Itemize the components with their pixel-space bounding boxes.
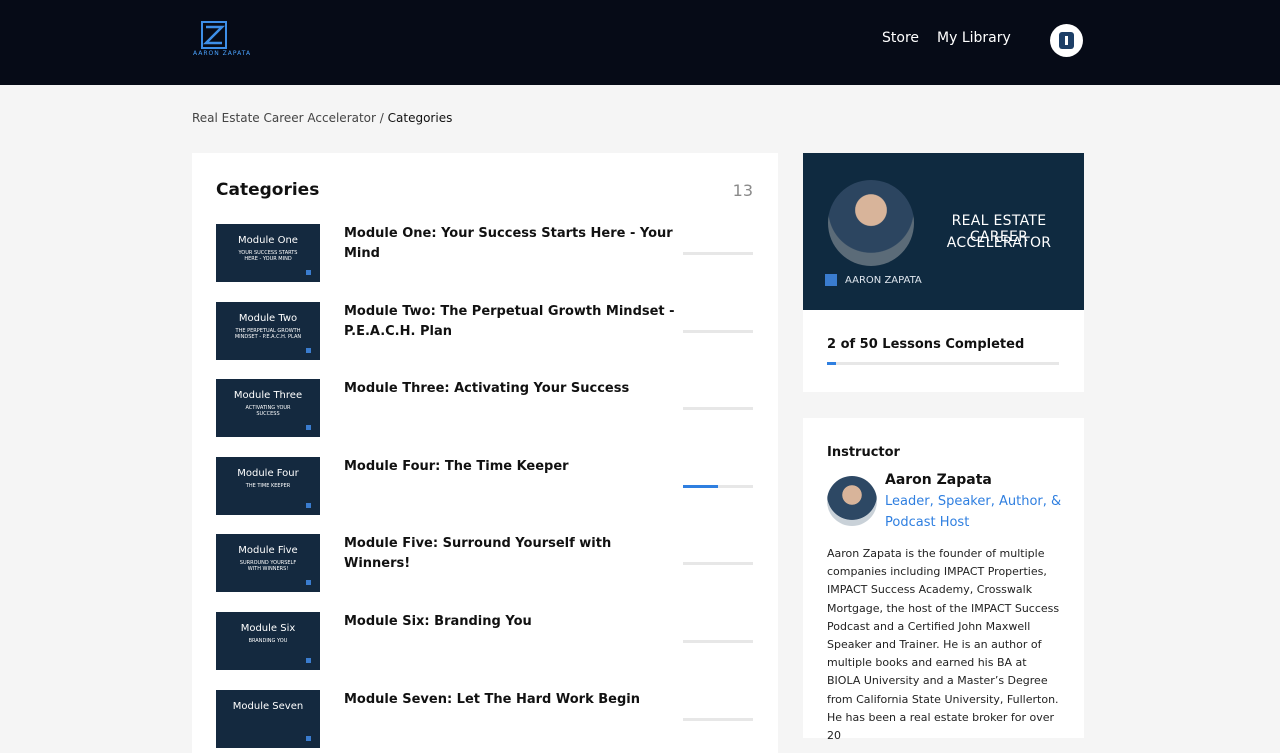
- module-progress-bar: [683, 407, 753, 410]
- thumbnail-subtitle: The Time Keeper: [245, 483, 291, 489]
- module-thumbnail[interactable]: Module Five Surround Yourself With Winne…: [216, 534, 320, 592]
- breadcrumb: Real Estate Career Accelerator / Categor…: [192, 111, 452, 125]
- user-icon: [1059, 32, 1074, 49]
- module-item[interactable]: Module Six Branding You Module Six: Bran…: [216, 612, 756, 672]
- brand-mark-icon: [306, 348, 311, 353]
- instructor-banner-photo: [828, 180, 914, 266]
- user-avatar-button[interactable]: [1050, 24, 1083, 57]
- module-progress-fill: [683, 485, 718, 488]
- brand-logo-icon: [825, 274, 837, 286]
- banner-brand-text: AARON ZAPATA: [845, 275, 922, 286]
- lessons-completed-text: 2 of 50 Lessons Completed: [827, 337, 1025, 352]
- brand-mark-icon: [306, 503, 311, 508]
- instructor-heading: Instructor: [827, 445, 900, 460]
- module-progress-bar: [683, 562, 753, 565]
- module-thumbnail[interactable]: Module Seven: [216, 690, 320, 748]
- thumbnail-title: Module Five: [238, 545, 298, 556]
- instructor-name: Aaron Zapata: [885, 472, 992, 488]
- breadcrumb-separator: /: [375, 111, 388, 125]
- course-banner: REAL ESTATE CAREER ACCELERATOR AARON ZAP…: [803, 153, 1084, 310]
- categories-panel: Categories 13 Module One Your Success St…: [192, 153, 778, 753]
- breadcrumb-course-link[interactable]: Real Estate Career Accelerator: [192, 111, 376, 125]
- categories-title: Categories: [216, 180, 320, 200]
- banner-title-line2: ACCELERATOR: [946, 235, 1052, 251]
- thumbnail-subtitle: The Perpetual Growth Mindset - P.E.A.C.H…: [234, 328, 302, 340]
- module-progress-bar: [683, 485, 753, 488]
- thumbnail-subtitle: Branding You: [248, 638, 288, 644]
- thumbnail-subtitle: Activating Your Success: [245, 405, 291, 417]
- module-title[interactable]: Module Seven: Let The Hard Work Begin: [344, 690, 679, 710]
- module-thumbnail[interactable]: Module One Your Success Starts Here - Yo…: [216, 224, 320, 282]
- logo-text: AARON ZAPATA: [193, 50, 252, 57]
- nav-store-link[interactable]: Store: [882, 30, 919, 46]
- module-item[interactable]: Module Four The Time Keeper Module Four:…: [216, 457, 756, 517]
- module-item[interactable]: Module Three Activating Your Success Mod…: [216, 379, 756, 439]
- module-title[interactable]: Module Six: Branding You: [344, 612, 679, 632]
- module-title[interactable]: Module Three: Activating Your Success: [344, 379, 679, 399]
- module-progress-bar: [683, 640, 753, 643]
- categories-count: 13: [732, 181, 753, 200]
- course-progress-fill: [827, 362, 837, 365]
- brand-mark-icon: [306, 270, 311, 275]
- banner-brand: AARON ZAPATA: [825, 274, 922, 286]
- instructor-card: Instructor Aaron Zapata Leader, Speaker,…: [803, 418, 1084, 742]
- thumbnail-subtitle: Your Success Starts Here - Your Mind: [238, 250, 298, 262]
- module-progress-bar: [683, 330, 753, 333]
- module-thumbnail[interactable]: Module Three Activating Your Success: [216, 379, 320, 437]
- module-item[interactable]: Module Five Surround Yourself With Winne…: [216, 534, 756, 594]
- brand-mark-icon: [306, 580, 311, 585]
- course-progress-bar: [827, 362, 1059, 365]
- brand-mark-icon: [306, 425, 311, 430]
- module-title[interactable]: Module Five: Surround Yourself with Winn…: [344, 534, 679, 574]
- module-thumbnail[interactable]: Module Six Branding You: [216, 612, 320, 670]
- top-navigation-bar: AARON ZAPATA Store My Library: [0, 0, 1280, 85]
- thumbnail-title: Module Four: [237, 468, 299, 479]
- course-summary-card: REAL ESTATE CAREER ACCELERATOR AARON ZAP…: [803, 153, 1084, 392]
- module-thumbnail[interactable]: Module Four The Time Keeper: [216, 457, 320, 515]
- module-title[interactable]: Module One: Your Success Starts Here - Y…: [344, 224, 679, 264]
- thumbnail-title: Module Two: [238, 313, 298, 324]
- brand-mark-icon: [306, 736, 311, 741]
- module-item[interactable]: Module Seven Module Seven: Let The Hard …: [216, 690, 756, 750]
- module-title[interactable]: Module Four: The Time Keeper: [344, 457, 679, 477]
- module-thumbnail[interactable]: Module Two The Perpetual Growth Mindset …: [216, 302, 320, 360]
- thumbnail-title: Module Seven: [232, 701, 304, 712]
- instructor-bio: Aaron Zapata is the founder of multiple …: [827, 547, 1060, 743]
- instructor-role: Leader, Speaker, Author, & Podcast Host: [885, 494, 1062, 530]
- thumbnail-subtitle: Surround Yourself With Winners!: [239, 560, 297, 572]
- thumbnail-title: Module Three: [233, 390, 303, 401]
- module-progress-bar: [683, 252, 753, 255]
- thumbnail-title: Module Six: [240, 623, 296, 634]
- breadcrumb-current: Categories: [387, 111, 453, 125]
- module-title[interactable]: Module Two: The Perpetual Growth Mindset…: [344, 302, 679, 342]
- nav-my-library-link[interactable]: My Library: [937, 30, 1011, 46]
- instructor-avatar: [827, 476, 877, 526]
- thumbnail-title: Module One: [238, 235, 298, 246]
- module-item[interactable]: Module Two The Perpetual Growth Mindset …: [216, 302, 756, 362]
- module-item[interactable]: Module One Your Success Starts Here - Yo…: [216, 224, 756, 284]
- brand-mark-icon: [306, 658, 311, 663]
